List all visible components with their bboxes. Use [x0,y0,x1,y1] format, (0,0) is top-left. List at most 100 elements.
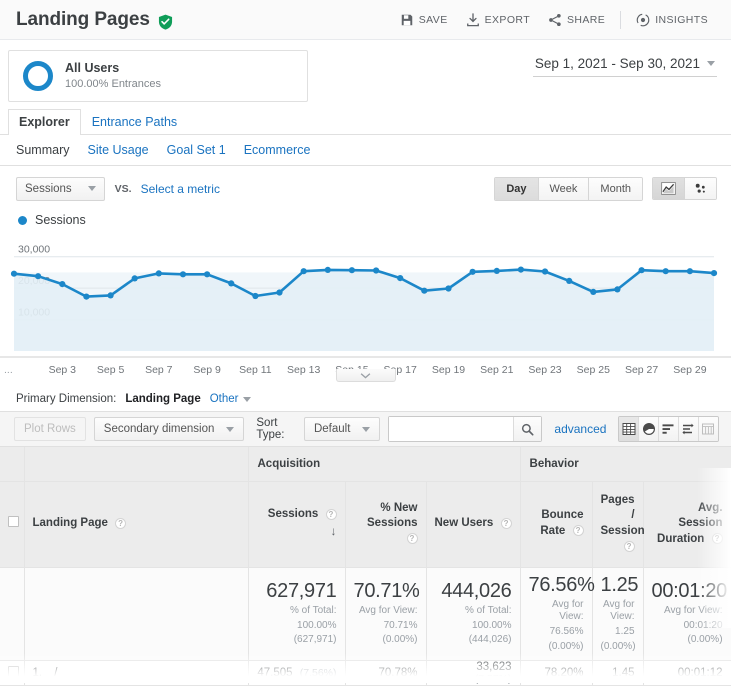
chevron-down-icon [362,426,371,432]
save-button[interactable]: SAVE [391,9,457,31]
export-button[interactable]: EXPORT [457,9,539,31]
x-axis-tick-label: Sep 7 [145,364,173,376]
select-all-checkbox[interactable] [0,481,25,568]
column-avg-session-duration[interactable]: Avg. Session Duration ? [643,481,731,568]
primary-metric-value: Sessions [25,182,72,195]
x-axis-tick-label: Sep 25 [577,364,610,376]
chart-data-point [204,271,211,278]
segment-row: All Users 100.00% Entrances Sep 1, 2021 … [0,40,731,108]
chart-collapse-handle[interactable] [335,369,396,382]
primary-dimension-row: Primary Dimension: Landing Page Other [0,387,731,411]
chart-data-point [228,280,235,287]
sort-type-select[interactable]: Default [303,417,381,441]
sessions-line-chart[interactable]: 10,00020,00030,000...Sep 3Sep 5Sep 7Sep … [0,233,731,381]
chart-data-point [131,275,138,282]
totals-pages-session-line3: (0.00%) [600,640,636,652]
search-button[interactable] [513,417,542,441]
primary-dimension-value[interactable]: Landing Page [125,393,200,405]
granularity-day[interactable]: Day [495,177,539,200]
totals-new-users: 444,026 % of Total: 100.00% (444,026) [426,567,521,661]
totals-avg-duration-line1: Avg for View: [663,604,723,616]
bar-view-icon[interactable] [658,417,679,441]
chart-data-point [421,287,428,294]
x-axis-tick-label: Sep 5 [97,364,125,376]
help-icon[interactable]: ? [115,517,127,529]
pivot-view-icon[interactable] [698,417,719,441]
pie-view-icon[interactable] [639,417,659,441]
column-pct-new-sessions[interactable]: % New Sessions ? [345,481,427,568]
help-icon[interactable]: ? [500,517,512,529]
sort-desc-icon: ↓ [330,524,337,538]
help-icon[interactable]: ? [325,508,337,520]
totals-sessions-value: 627,971 [266,579,337,602]
advanced-link[interactable]: advanced [554,422,606,436]
subtab-summary[interactable]: Summary [16,143,69,157]
subtab-site-usage[interactable]: Site Usage [87,143,148,157]
row-landing-page[interactable]: / [54,667,57,679]
column-pages-session[interactable]: Pages / Session ? [592,481,645,568]
date-range-picker[interactable]: Sep 1, 2021 - Sep 30, 2021 [532,50,717,77]
column-sessions[interactable]: Sessions ? ↓ [248,481,346,568]
help-icon[interactable]: ? [406,533,418,545]
chart-data-point [662,268,669,275]
help-icon[interactable]: ? [572,525,584,537]
select-a-metric-link[interactable]: Select a metric [141,182,220,196]
row-checkbox[interactable] [0,660,25,686]
export-icon [466,12,480,27]
line-chart-icon[interactable] [653,178,685,199]
plot-rows-label: Plot Rows [24,423,76,435]
table-search[interactable] [388,416,543,442]
column-new-users-label: New Users [434,517,494,530]
column-new-users[interactable]: New Users ? [426,481,521,568]
secondary-dimension-button[interactable]: Secondary dimension [93,417,245,441]
column-pages-session-label: Pages / Session [600,493,645,537]
segment-all-users[interactable]: All Users 100.00% Entrances [8,50,308,102]
granularity-month[interactable]: Month [589,177,642,200]
plot-rows-button[interactable]: Plot Rows [14,417,86,441]
subtab-ecommerce[interactable]: Ecommerce [244,143,311,157]
comparison-view-icon[interactable] [678,417,699,441]
help-icon[interactable]: ? [711,533,723,545]
share-button[interactable]: SHARE [539,9,614,31]
motion-chart-icon[interactable] [685,178,716,199]
chart-data-point [373,267,380,274]
granularity-week[interactable]: Week [538,177,590,200]
page-title: Landing Pages [16,8,150,30]
tab-explorer[interactable]: Explorer [8,109,81,135]
totals-pct-new-sessions-line3: (0.00%) [382,634,418,646]
legend-label-sessions: Sessions [35,213,86,227]
chart-data-point [35,273,42,280]
table-row[interactable]: 1. / 47,505 (7.56%) 70.78% 33,623 (7.57%… [0,660,731,686]
share-label: SHARE [567,13,606,26]
row-bounce-rate: 78.20% [520,660,593,686]
row-sessions-value: 47,505 [257,666,293,679]
column-bounce-rate[interactable]: Bounce Rate ? [520,481,593,568]
totals-pages-session-line2: 1.25 [615,626,635,638]
chart-data-point [445,285,452,292]
x-axis-tick-label: Sep 29 [673,364,706,376]
checkbox-icon [8,665,19,677]
primary-metric-select[interactable]: Sessions [16,176,105,201]
row-sessions-pct: (7.56%) [299,666,337,679]
group-acquisition: Acquisition [248,447,521,482]
chart-type-group [652,177,717,200]
tab-entrance-paths[interactable]: Entrance Paths [81,109,188,135]
insights-button[interactable]: INSIGHTS [627,9,717,31]
chart-data-point [59,281,66,288]
help-icon[interactable]: ? [623,540,635,552]
chart-data-point [10,270,18,277]
subtab-goal-set-1[interactable]: Goal Set 1 [167,143,226,157]
search-input[interactable] [389,417,514,441]
toolbar-divider [620,10,622,29]
sub-tab-bar: Summary Site Usage Goal Set 1 Ecommerce [0,135,731,166]
column-landing-page[interactable]: Landing Page ? [24,481,249,568]
chart-data-point [566,277,573,284]
chart-data-point [397,275,404,282]
table-view-icon[interactable] [619,417,640,441]
column-landing-page-label: Landing Page [32,517,108,530]
checkbox-icon [8,515,19,527]
primary-dimension-other[interactable]: Other [210,393,239,405]
chart-data-point [710,270,718,277]
chart-data-point [83,293,90,300]
row-pct-new-sessions: 70.78% [345,660,427,686]
